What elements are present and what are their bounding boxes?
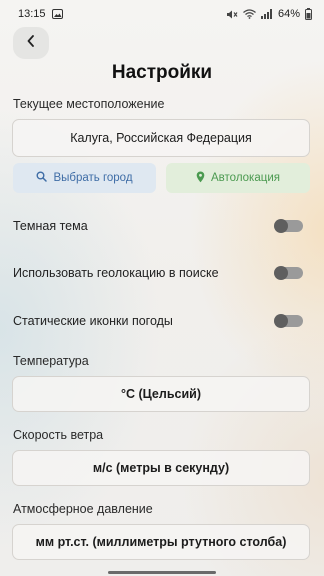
- search-icon: [36, 171, 48, 185]
- dark-theme-row: Темная тема: [13, 216, 311, 236]
- home-indicator[interactable]: [108, 571, 216, 574]
- static-icons-row: Статические иконки погоды: [13, 311, 311, 331]
- gallery-notification-icon: [51, 9, 63, 19]
- static-icons-label: Статические иконки погоды: [13, 314, 173, 328]
- current-location-field[interactable]: Калуга, Российская Федерация: [12, 119, 310, 157]
- temperature-select[interactable]: °C (Цельсий): [12, 376, 310, 412]
- dark-theme-label: Темная тема: [13, 219, 88, 233]
- pressure-label: Атмосферное давление: [13, 502, 153, 516]
- mute-icon: [226, 9, 238, 20]
- toggle-knob: [274, 314, 288, 328]
- dark-theme-toggle[interactable]: [274, 219, 303, 233]
- status-left: 13:15: [18, 8, 63, 20]
- autolocation-button[interactable]: Автолокация: [166, 163, 310, 193]
- choose-city-label: Выбрать город: [53, 172, 133, 184]
- toggle-knob: [274, 266, 288, 280]
- battery-percent: 64%: [277, 8, 300, 20]
- choose-city-button[interactable]: Выбрать город: [13, 163, 156, 193]
- geolocation-search-toggle[interactable]: [274, 266, 303, 280]
- autolocation-label: Автолокация: [211, 172, 280, 184]
- status-right: 64%: [226, 8, 312, 20]
- chevron-left-icon: [26, 34, 36, 52]
- temperature-label: Температура: [13, 354, 89, 368]
- geolocation-search-label: Использовать геолокацию в поиске: [13, 266, 219, 280]
- static-icons-toggle[interactable]: [274, 314, 303, 328]
- wind-speed-select[interactable]: м/с (метры в секунду): [12, 450, 310, 486]
- status-bar: 13:15 64%: [0, 0, 324, 28]
- pressure-select[interactable]: мм рт.ст. (миллиметры ртутного столба): [12, 524, 310, 560]
- signal-icon: [260, 9, 273, 19]
- location-pin-icon: [196, 171, 205, 186]
- location-label: Текущее местоположение: [13, 97, 165, 111]
- toggle-knob: [274, 219, 288, 233]
- wifi-icon: [243, 9, 256, 19]
- wind-speed-label: Скорость ветра: [13, 428, 104, 442]
- battery-icon: [305, 8, 312, 20]
- status-time: 13:15: [18, 8, 46, 20]
- back-button[interactable]: [13, 27, 49, 59]
- page-title: Настройки: [111, 62, 213, 83]
- geolocation-search-row: Использовать геолокацию в поиске: [13, 263, 311, 283]
